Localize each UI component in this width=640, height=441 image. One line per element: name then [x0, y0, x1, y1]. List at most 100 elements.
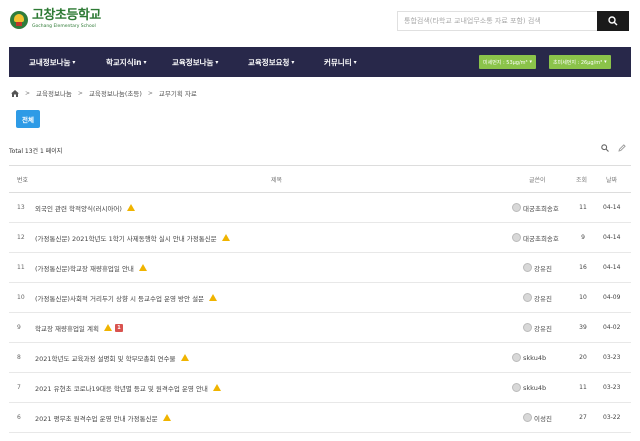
row-date: 04-09 — [603, 294, 621, 301]
header-title: 제목 — [271, 176, 283, 184]
main-nav: 교내정보나눔 ▾ 학교지식in ▾ 교육정보나눔 ▾ 교육정보요청 ▾ 커뮤니티 ▾ 미세… — [9, 47, 631, 77]
nav-item-label: 교육정보나눔 — [172, 57, 214, 67]
row-views: 39 — [579, 324, 587, 331]
row-writer[interactable]: skku4b — [512, 383, 546, 392]
chevron-right-icon: > — [147, 89, 153, 97]
row-writer-name[interactable]: 대궁초희송호 — [523, 203, 559, 213]
row-writer-name[interactable]: 강유진 — [534, 323, 552, 333]
category-all-button[interactable]: 전체 — [16, 110, 40, 128]
row-title[interactable]: (가정통신문)사회적 거리두기 상향 시 등교수업 운영 방안 설문 — [35, 293, 218, 303]
table-row[interactable]: 8 2021학년도 교육과정 설명회 및 학부모총회 연수물 skku4b 20 03-… — [9, 343, 631, 373]
fine-dust-badge[interactable]: 미세먼지 : 53μg/m³ ▾ — [479, 55, 537, 69]
search-icon — [608, 16, 618, 26]
table-row[interactable]: 13 외국인 관련 학적양식(러시아어) 대궁초희송호 11 04-14 — [9, 193, 631, 223]
row-writer-name[interactable]: 대궁초희송호 — [523, 233, 559, 243]
nav-item-school-knowledge[interactable]: 학교지식in ▾ — [106, 47, 147, 77]
table-row[interactable]: 7 2021 유현초 코로나19대응 학년별 등교 및 원격수업 운영 안내 skk… — [9, 373, 631, 403]
row-title[interactable]: (가정통신문)학교장 재량휴업일 안내 — [35, 263, 147, 273]
row-title[interactable]: 2021학년도 교육과정 설명회 및 학부모총회 연수물 — [35, 353, 189, 363]
attachment-warning-icon — [103, 324, 112, 331]
row-writer[interactable]: 강유진 — [523, 293, 552, 303]
row-writer[interactable]: 이성진 — [523, 413, 552, 423]
row-writer-name[interactable]: 강유진 — [534, 263, 552, 273]
row-writer[interactable]: 강유진 — [523, 323, 552, 333]
chevron-right-icon: > — [77, 89, 83, 97]
row-writer[interactable]: skku4b — [512, 353, 546, 362]
row-date: 04-14 — [603, 264, 621, 271]
row-views: 16 — [579, 264, 587, 271]
table-row[interactable]: 11 (가정통신문)학교장 재량휴업일 안내 강유진 16 04-14 — [9, 253, 631, 283]
header-views: 조회 — [576, 176, 588, 184]
table-row[interactable]: 10 (가정통신문)사회적 거리두기 상향 시 등교수업 운영 방안 설문 강유진 1… — [9, 283, 631, 313]
row-title[interactable]: (가정통신문) 2021학년도 1학기 사제동행학 실시 안내 가정통신문 — [35, 233, 230, 243]
breadcrumb-current[interactable]: 교무기획 자료 — [159, 88, 197, 98]
avatar — [523, 293, 532, 302]
nav-item-edu-info-request[interactable]: 교육정보요청 ▾ — [248, 47, 294, 77]
header-date: 날짜 — [606, 176, 618, 184]
row-title-text[interactable]: (가정통신문)사회적 거리두기 상향 시 등교수업 운영 방안 설문 — [35, 293, 204, 303]
breadcrumb-item[interactable]: 교육정보나눔(초등) — [89, 88, 142, 98]
row-title-text[interactable]: 외국인 관련 학적양식(러시아어) — [35, 203, 122, 213]
row-title[interactable]: 2021 평무초 원격수업 운영 안내 가정통신문 — [35, 413, 171, 423]
attachment-warning-icon — [209, 294, 218, 301]
row-title[interactable]: 2021 유현초 코로나19대응 학년별 등교 및 원격수업 운영 안내 — [35, 383, 221, 393]
row-title-text[interactable]: 학교장 재량휴업일 계획 — [35, 323, 99, 333]
chevron-down-icon: ▾ — [353, 58, 357, 66]
row-title[interactable]: 학교장 재량휴업일 계획 1 — [35, 323, 123, 333]
row-number: 7 — [17, 384, 21, 391]
school-name-en: Gochang Elementary School — [32, 24, 96, 29]
row-views: 10 — [579, 294, 587, 301]
row-number: 13 — [17, 204, 25, 211]
table-row[interactable]: 6 2021 평무초 원격수업 운영 안내 가정통신문 이성진 27 03-22 — [9, 403, 631, 433]
header-writer: 글쓴이 — [529, 176, 546, 184]
row-title-text[interactable]: 2021 유현초 코로나19대응 학년별 등교 및 원격수업 운영 안내 — [35, 383, 208, 393]
row-writer-name[interactable]: skku4b — [523, 354, 546, 362]
search-icon[interactable] — [601, 144, 609, 152]
chevron-down-icon: ▾ — [529, 59, 533, 65]
row-number: 8 — [17, 354, 21, 361]
row-number: 6 — [17, 414, 21, 421]
header-no: 번호 — [17, 176, 29, 184]
search-button[interactable] — [597, 11, 629, 31]
total-count: Total 13건 1 페이지 — [9, 148, 63, 155]
pencil-icon[interactable] — [618, 144, 626, 152]
chevron-right-icon: > — [25, 89, 31, 97]
row-date: 03-23 — [603, 354, 621, 361]
row-views: 20 — [579, 354, 587, 361]
table-row[interactable]: 12 (가정통신문) 2021학년도 1학기 사제동행학 실시 안내 가정통신문 대… — [9, 223, 631, 253]
home-icon[interactable] — [11, 89, 19, 97]
nav-item-label: 교육정보요청 — [248, 57, 290, 67]
row-writer[interactable]: 대궁초희송호 — [512, 233, 559, 243]
avatar — [523, 323, 532, 332]
avatar — [512, 233, 521, 242]
nav-item-school-info-share[interactable]: 교내정보나눔 ▾ — [29, 47, 75, 77]
row-writer-name[interactable]: 강유진 — [534, 293, 552, 303]
row-writer-name[interactable]: 이성진 — [534, 413, 552, 423]
ultrafine-dust-label: 초미세먼지 : 26μg/m³ — [553, 59, 603, 66]
attachment-warning-icon — [138, 264, 147, 271]
row-title-text[interactable]: (가정통신문)학교장 재량휴업일 안내 — [35, 263, 134, 273]
comment-count-badge: 1 — [114, 323, 123, 332]
nav-item-edu-info-share[interactable]: 교육정보나눔 ▾ — [172, 47, 218, 77]
row-writer[interactable]: 대궁초희송호 — [512, 203, 559, 213]
row-number: 12 — [17, 234, 25, 241]
attachment-warning-icon — [180, 354, 189, 361]
nav-item-community[interactable]: 커뮤니티 ▾ — [324, 47, 357, 77]
nav-item-label: 학교지식in — [106, 57, 142, 67]
table-row[interactable]: 9 학교장 재량휴업일 계획 1 강유진 39 04-02 — [9, 313, 631, 343]
row-title-text[interactable]: (가정통신문) 2021학년도 1학기 사제동행학 실시 안내 가정통신문 — [35, 233, 217, 243]
ultrafine-dust-badge[interactable]: 초미세먼지 : 26μg/m³ ▾ — [549, 55, 611, 69]
site-header: 고창초등학교 Gochang Elementary School 통합검색(타학… — [0, 0, 640, 46]
table-body: 13 외국인 관련 학적양식(러시아어) 대궁초희송호 11 04-14 12 (가정통신문… — [9, 193, 631, 433]
school-logo[interactable]: 고창초등학교 Gochang Elementary School — [10, 9, 101, 30]
row-title-text[interactable]: 2021학년도 교육과정 설명회 및 학부모총회 연수물 — [35, 353, 176, 363]
breadcrumb-item[interactable]: 교육정보나눔 — [36, 88, 72, 98]
row-writer-name[interactable]: skku4b — [523, 384, 546, 392]
table-header: 번호 제목 글쓴이 조회 날짜 — [9, 165, 631, 193]
row-title[interactable]: 외국인 관련 학적양식(러시아어) — [35, 203, 135, 213]
avatar — [512, 203, 521, 212]
row-title-text[interactable]: 2021 평무초 원격수업 운영 안내 가정통신문 — [35, 413, 158, 423]
row-writer[interactable]: 강유진 — [523, 263, 552, 273]
row-views: 11 — [579, 204, 587, 211]
search-input[interactable]: 통합검색(타학교 교내업무소통 자료 포함) 검색 — [397, 11, 597, 31]
